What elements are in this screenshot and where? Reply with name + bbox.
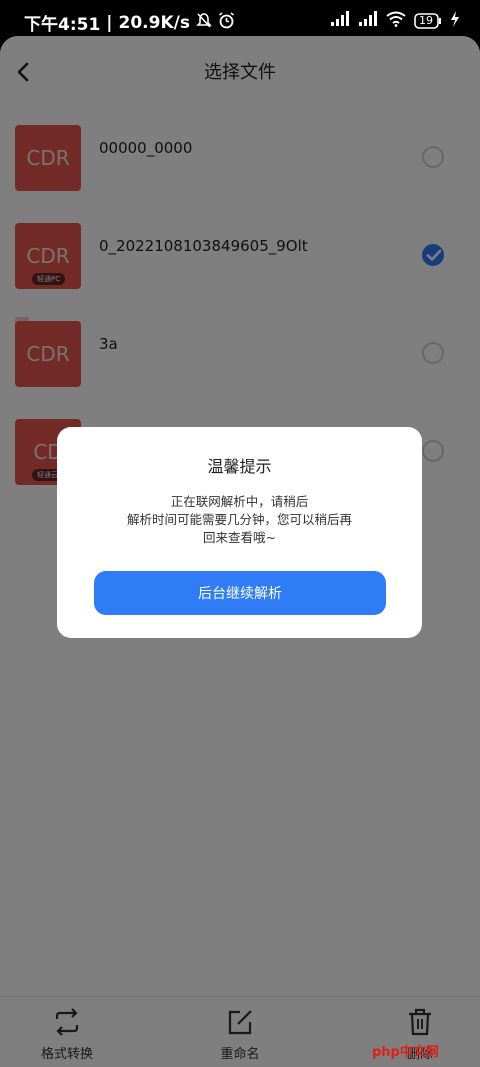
dialog-message-line: 正在联网解析中，请稍后 <box>170 494 309 509</box>
wifi-icon <box>386 11 406 31</box>
alarm-icon <box>218 11 235 34</box>
continue-in-background-button[interactable]: 后台继续解析 <box>94 571 386 615</box>
dialog-message: 正在联网解析中，请稍后 解析时间可能需要几分钟，您可以稍后再 回来查看哦~ <box>57 493 422 547</box>
status-separator: | <box>106 12 113 33</box>
watermark: php中文网 <box>372 1045 439 1060</box>
status-left: 下午4:51 | 20.9K/s <box>24 10 235 35</box>
dialog-message-line: 回来查看哦~ <box>203 530 276 545</box>
status-time: 下午4:51 <box>24 15 101 35</box>
dialog-message-line: 解析时间可能需要几分钟，您可以稍后再 <box>126 512 352 527</box>
battery-level: 19 <box>419 14 433 27</box>
status-speed: 20.9K/s <box>118 12 190 33</box>
charging-icon <box>450 11 460 31</box>
dialog-title: 温馨提示 <box>207 457 272 476</box>
signal-icon <box>330 11 350 31</box>
tip-dialog: 温馨提示 正在联网解析中，请稍后 解析时间可能需要几分钟，您可以稍后再 回来查看… <box>57 427 422 638</box>
signal-icon-2 <box>358 11 378 31</box>
mute-icon <box>196 12 212 33</box>
battery-icon: 19 <box>414 13 442 29</box>
status-right: 19 <box>330 11 460 31</box>
